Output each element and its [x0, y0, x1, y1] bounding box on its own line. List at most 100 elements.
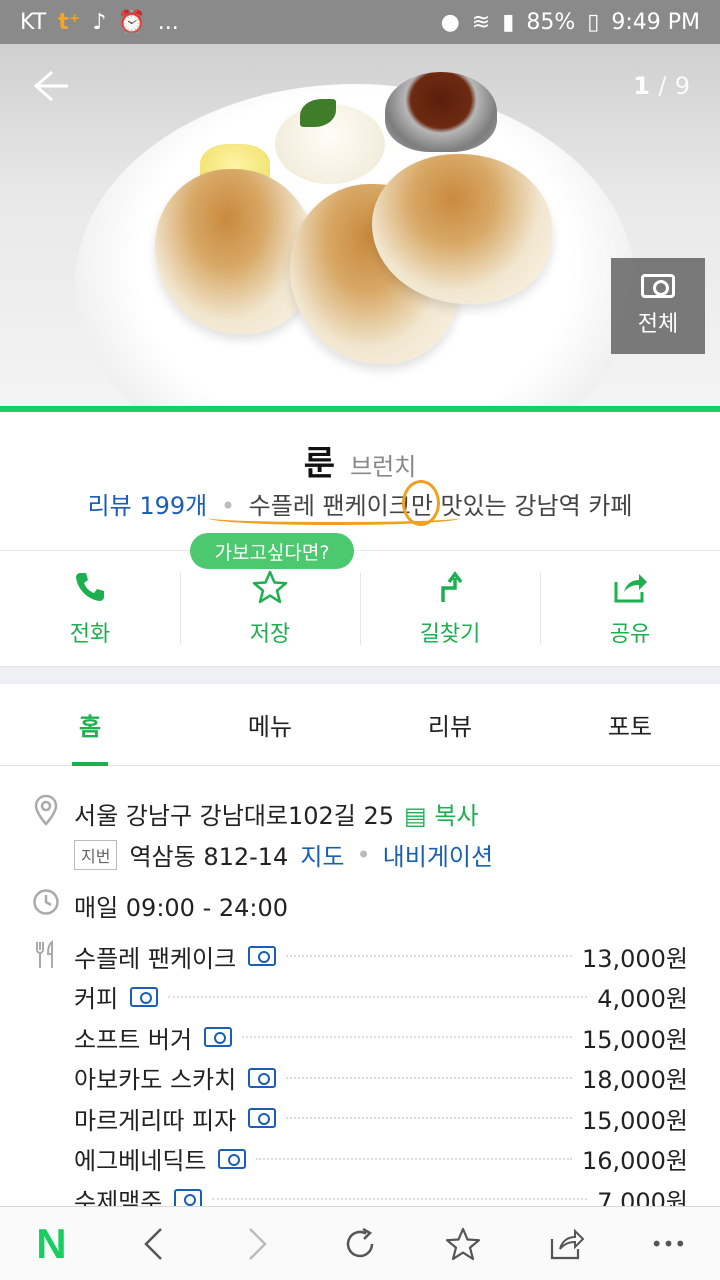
bookmark-button[interactable]	[433, 1214, 493, 1274]
save-tooltip: 가보고싶다면?	[190, 533, 354, 569]
photo-gallery[interactable]: 1 / 9	[0, 44, 720, 410]
forward-button[interactable]	[227, 1214, 287, 1274]
music-icon: ♪	[92, 9, 107, 35]
status-left: KT t⁺ ♪ ⏰ ...	[20, 10, 179, 35]
all-photos-label: 전체	[637, 312, 679, 337]
separator-dot: •	[356, 840, 371, 869]
leader-dots	[286, 1117, 572, 1120]
menu-price: 4,000원	[597, 985, 688, 1014]
signal-icon: ▮	[502, 9, 515, 35]
tplus-icon: t⁺	[58, 9, 81, 35]
tab-menu[interactable]: 메뉴	[180, 684, 360, 765]
battery-level: 85%	[526, 9, 576, 35]
photo-counter: 1 / 9	[633, 72, 690, 100]
wifi-icon: ≋	[471, 9, 491, 35]
call-button[interactable]: 전화	[0, 551, 180, 666]
leader-dots	[256, 1157, 572, 1160]
menu-item[interactable]: 아보카도 스카치 18,000원	[74, 1058, 688, 1099]
copy-icon: ▤	[404, 802, 427, 830]
photo-icon[interactable]	[204, 1027, 233, 1048]
business-hours: 매일 09:00 - 24:00	[74, 894, 289, 922]
photo-current: 1	[633, 72, 650, 100]
copy-label: 복사	[434, 802, 479, 830]
carrier-label: KT	[20, 9, 47, 35]
directions-icon	[433, 570, 467, 604]
phone-icon	[73, 570, 107, 604]
menu-item[interactable]: 커피 4,000원	[74, 977, 688, 1018]
menu-price: 15,000원	[581, 1025, 688, 1054]
menu-name: 아보카도 스카치	[74, 1066, 237, 1095]
share-icon	[612, 570, 648, 604]
status-right: ● ≋ ▮ 85% ▯ 9:49 PM	[441, 10, 700, 35]
leader-dots	[168, 995, 588, 998]
tab-photo[interactable]: 포토	[540, 684, 720, 765]
directions-label: 길찾기	[419, 621, 481, 647]
back-button[interactable]	[124, 1214, 184, 1274]
photo-icon[interactable]	[248, 946, 277, 967]
lot-address: 역삼동 812-14	[129, 843, 289, 871]
syrup-cup-image	[385, 72, 497, 152]
photo-icon[interactable]	[218, 1148, 247, 1169]
menu-item[interactable]: 마르게리따 피자 15,000원	[74, 1098, 688, 1139]
photo-total: 9	[674, 72, 690, 100]
share-label: 공유	[609, 621, 651, 647]
back-arrow-icon[interactable]	[30, 66, 76, 112]
call-label: 전화	[69, 621, 111, 647]
handdrawn-circle	[402, 480, 440, 526]
menu-item[interactable]: 수플레 팬케이크 13,000원	[74, 936, 688, 977]
menu-name: 커피	[74, 985, 119, 1014]
leader-dots	[286, 955, 572, 958]
menu-list: 수플레 팬케이크 13,000원 커피 4,000원 소프트 버거 15,000…	[74, 936, 688, 1220]
directions-button[interactable]: 길찾기	[360, 551, 540, 666]
share-toolbar-button[interactable]	[536, 1214, 596, 1274]
menu-name: 마르게리따 피자	[74, 1106, 237, 1135]
tab-bar: 홈 메뉴 리뷰 포토	[0, 684, 720, 766]
action-row: 전화 저장 길찾기 공유	[0, 550, 720, 666]
map-link[interactable]: 지도	[300, 837, 344, 872]
menu-price: 16,000원	[581, 1147, 688, 1176]
leader-dots	[242, 1036, 572, 1039]
lot-badge: 지번	[74, 839, 118, 870]
navigation-link[interactable]: 내비게이션	[383, 837, 493, 872]
tab-review[interactable]: 리뷰	[360, 684, 540, 765]
share-button[interactable]: 공유	[540, 551, 720, 666]
leader-dots	[212, 1198, 588, 1201]
star-icon	[252, 570, 288, 604]
photo-icon[interactable]	[248, 1108, 277, 1129]
location-pin-icon	[32, 794, 60, 833]
naver-home-button[interactable]: N	[21, 1214, 81, 1274]
more-menu-button[interactable]: •••	[638, 1214, 698, 1274]
place-title: 룬 브런치	[0, 436, 720, 485]
copy-button[interactable]: ▤ 복사	[404, 796, 479, 831]
status-bar: KT t⁺ ♪ ⏰ ... ● ≋ ▮ 85% ▯ 9:49 PM	[0, 0, 720, 44]
road-address: 서울 강남구 강남대로102길 25	[74, 802, 395, 830]
photo-separator: /	[658, 72, 667, 100]
menu-item[interactable]: 소프트 버거 15,000원	[74, 1017, 688, 1058]
menu-name: 에그베네딕트	[74, 1147, 207, 1176]
alarm-icon: ⏰	[118, 9, 146, 35]
menu-name: 수플레 팬케이크	[74, 944, 237, 973]
tab-home[interactable]: 홈	[0, 684, 180, 766]
clock-icon	[32, 888, 60, 923]
menu-item[interactable]: 에그베네딕트 16,000원	[74, 1139, 688, 1180]
lot-address-row: 지번 역삼동 812-14 지도 • 내비게이션	[74, 837, 493, 872]
address-row: 서울 강남구 강남대로102길 25 ▤ 복사	[74, 796, 479, 831]
menu-name: 소프트 버거	[74, 1025, 193, 1054]
place-name: 룬	[303, 444, 335, 484]
leader-dots	[286, 1076, 572, 1079]
all-photos-button[interactable]: 전체	[611, 258, 705, 354]
place-category: 브런치	[350, 453, 417, 481]
section-gap	[0, 666, 720, 684]
accent-divider	[0, 406, 720, 412]
menu-price: 13,000원	[581, 944, 688, 973]
save-label: 저장	[249, 621, 291, 647]
photo-icon[interactable]	[248, 1067, 277, 1088]
review-count-link[interactable]: 리뷰 199개	[88, 492, 208, 520]
photo-icon[interactable]	[130, 986, 159, 1007]
browser-toolbar: N •••	[0, 1206, 720, 1280]
location-icon: ●	[440, 9, 460, 35]
refresh-button[interactable]	[330, 1214, 390, 1274]
menu-price: 15,000원	[581, 1106, 688, 1135]
battery-icon: ▯	[587, 9, 600, 35]
more-notifications: ...	[157, 9, 179, 35]
